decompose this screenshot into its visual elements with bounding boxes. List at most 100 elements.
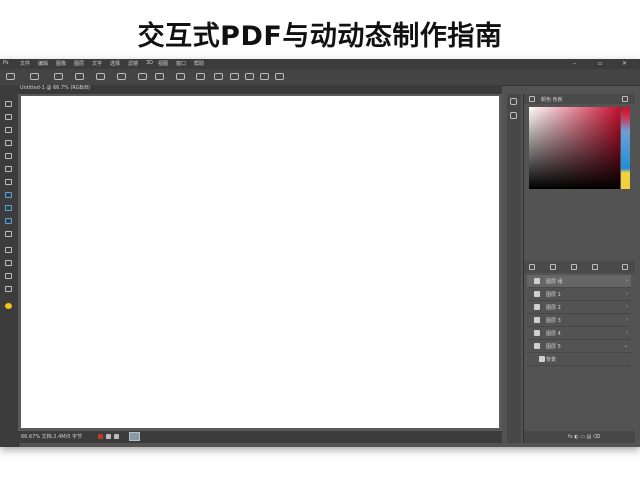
layer-thumb-icon bbox=[534, 343, 540, 349]
layers-menu-icon[interactable] bbox=[622, 264, 628, 270]
photoshop-window: Ps 文件 编辑 图像 图层 文字 选择 滤镜 3D 视图 窗口 帮助 – ▫ … bbox=[0, 59, 640, 447]
layer-row[interactable]: 图层 1 › bbox=[527, 288, 631, 301]
layer-name: 图层 2 bbox=[546, 305, 561, 311]
layers-tab-icon[interactable] bbox=[529, 264, 535, 270]
layer-name: 图层 4 bbox=[546, 331, 561, 337]
refine-edge-icon[interactable] bbox=[245, 73, 254, 80]
menu-item-file[interactable]: 文件 bbox=[20, 60, 30, 67]
panel-menu-icon[interactable] bbox=[622, 96, 628, 102]
layer-name: 图层 5 bbox=[546, 344, 561, 350]
menu-item-filter[interactable]: 滤镜 bbox=[128, 60, 138, 67]
height-icon[interactable] bbox=[214, 73, 223, 80]
feather-icon[interactable] bbox=[138, 73, 147, 80]
select-mask-icon[interactable] bbox=[260, 73, 269, 80]
menu-item-window[interactable]: 窗口 bbox=[176, 60, 186, 67]
zoom-status[interactable]: 66.67% 文档:2.4M/0 字节 bbox=[21, 433, 82, 440]
layer-thumb-icon bbox=[534, 330, 540, 336]
properties-icon[interactable] bbox=[510, 112, 517, 119]
right-panels: 颜色 色板 图层 组 › 图层 1 › 图层 2 › 图层 3 › 图层 4 ›… bbox=[523, 94, 635, 443]
chevron-right-icon[interactable]: › bbox=[626, 278, 628, 284]
healing-icon[interactable] bbox=[5, 179, 12, 185]
layer-row[interactable]: 图层 3 › bbox=[527, 314, 631, 327]
history-icon[interactable] bbox=[510, 98, 517, 105]
minimize-icon[interactable]: – bbox=[573, 60, 576, 67]
document-tabs: Untitled-1 @ 66.7% (RGB/8) bbox=[18, 85, 502, 94]
menu-item-edit[interactable]: 编辑 bbox=[38, 60, 48, 67]
navigator-thumbnail[interactable] bbox=[129, 432, 140, 441]
layer-row[interactable]: 图层 4 › bbox=[527, 327, 631, 340]
layer-row[interactable]: 图层 5 ⌄ bbox=[527, 340, 631, 353]
status-info-icon[interactable] bbox=[106, 434, 111, 439]
eraser-icon[interactable] bbox=[5, 231, 12, 237]
layer-row[interactable]: 图层 组 › bbox=[527, 275, 631, 288]
paths-tab-icon[interactable] bbox=[571, 264, 577, 270]
brush-icon[interactable] bbox=[5, 192, 12, 198]
page-banner-title: 交互式PDF与动动态制作指南 bbox=[137, 21, 503, 52]
maximize-icon[interactable]: ▫ bbox=[598, 60, 602, 67]
pen-icon[interactable] bbox=[5, 286, 12, 292]
marquee-icon[interactable] bbox=[5, 114, 12, 120]
menu-item-image[interactable]: 图像 bbox=[56, 60, 66, 67]
menu-item-type[interactable]: 文字 bbox=[92, 60, 102, 67]
menu-item-app[interactable]: Ps bbox=[3, 60, 9, 66]
history-brush-icon[interactable] bbox=[5, 218, 12, 224]
intersect-selection-icon[interactable] bbox=[117, 73, 126, 80]
menu-item-3d[interactable]: 3D bbox=[146, 60, 153, 66]
width-icon[interactable] bbox=[196, 73, 205, 80]
hand-icon[interactable] bbox=[5, 303, 12, 309]
crop-icon[interactable] bbox=[5, 153, 12, 159]
style-icon[interactable] bbox=[176, 73, 185, 80]
layer-thumb-icon bbox=[539, 356, 545, 362]
color-panel-label[interactable]: 颜色 色板 bbox=[541, 96, 563, 103]
hue-slider[interactable] bbox=[621, 107, 630, 189]
lasso-icon[interactable] bbox=[5, 127, 12, 133]
swap-icon[interactable] bbox=[230, 73, 239, 80]
chevron-right-icon[interactable]: › bbox=[626, 304, 628, 310]
chevron-right-icon[interactable]: › bbox=[626, 317, 628, 323]
options-bar bbox=[0, 69, 640, 86]
close-icon[interactable]: ✕ bbox=[622, 60, 627, 67]
home-icon[interactable] bbox=[6, 73, 15, 80]
layer-name: 图层 1 bbox=[546, 292, 561, 298]
type-icon[interactable] bbox=[5, 273, 12, 279]
menu-item-view[interactable]: 视图 bbox=[158, 60, 168, 67]
layer-thumb-icon bbox=[534, 304, 540, 310]
adjustments-tab-icon[interactable] bbox=[592, 264, 598, 270]
quick-select-icon[interactable] bbox=[5, 140, 12, 146]
layers-panel-footer: fx ◐ ▭ ▤ ⌫ bbox=[524, 431, 635, 443]
color-panel-icon[interactable] bbox=[529, 96, 535, 102]
blur-icon[interactable] bbox=[5, 260, 12, 266]
menu-item-layer[interactable]: 图层 bbox=[74, 60, 84, 67]
chevron-right-icon[interactable]: › bbox=[626, 330, 628, 336]
layer-row[interactable]: 图层 2 › bbox=[527, 301, 631, 314]
stamp-icon[interactable] bbox=[5, 205, 12, 211]
anti-alias-icon[interactable] bbox=[155, 73, 164, 80]
move-icon[interactable] bbox=[5, 101, 12, 107]
layer-row[interactable]: 背景 bbox=[527, 353, 631, 366]
add-selection-icon[interactable] bbox=[75, 73, 84, 80]
canvas-area bbox=[18, 94, 502, 431]
tool-preset-icon[interactable] bbox=[30, 73, 39, 80]
subtract-selection-icon[interactable] bbox=[96, 73, 105, 80]
eyedropper-icon[interactable] bbox=[5, 166, 12, 172]
menu-item-help[interactable]: 帮助 bbox=[194, 60, 204, 67]
status-bar: 66.67% 文档:2.4M/0 字节 bbox=[18, 431, 502, 443]
gradient-icon[interactable] bbox=[5, 247, 12, 253]
collapsed-panel-strip bbox=[507, 94, 521, 443]
layer-thumb-icon bbox=[534, 291, 540, 297]
status-marker-icon bbox=[98, 434, 103, 439]
chevron-down-icon[interactable]: ⌄ bbox=[624, 343, 628, 349]
color-picker-field[interactable] bbox=[529, 107, 620, 189]
menu-item-select[interactable]: 选择 bbox=[110, 60, 120, 67]
layer-thumb-icon bbox=[534, 317, 540, 323]
chevron-right-icon[interactable]: › bbox=[626, 291, 628, 297]
status-arrow-icon[interactable] bbox=[114, 434, 119, 439]
tools-panel bbox=[0, 85, 19, 447]
selection-mode-icon[interactable] bbox=[54, 73, 63, 80]
color-panel-header: 颜色 色板 bbox=[524, 94, 635, 104]
workspace-icon[interactable] bbox=[275, 73, 284, 80]
document-canvas[interactable] bbox=[21, 96, 499, 428]
channels-tab-icon[interactable] bbox=[550, 264, 556, 270]
layer-actions[interactable]: fx ◐ ▭ ▤ ⌫ bbox=[568, 434, 600, 440]
document-tab[interactable]: Untitled-1 @ 66.7% (RGB/8) bbox=[20, 85, 90, 91]
